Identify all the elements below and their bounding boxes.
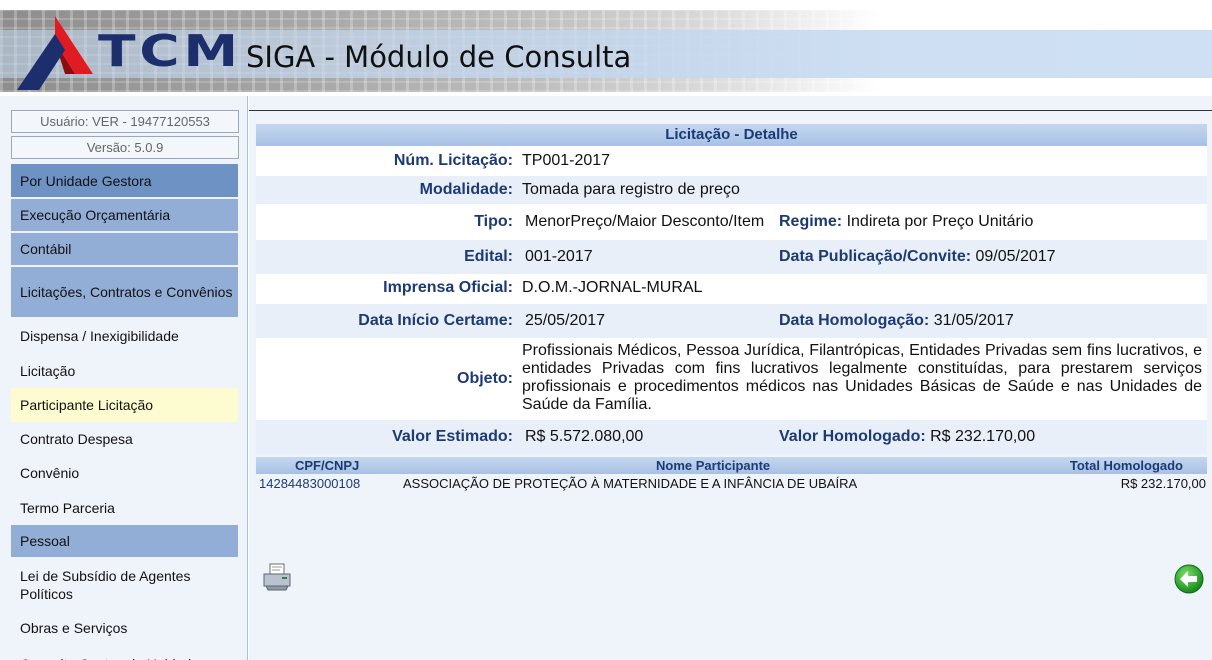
- header-banner: TCM SIGA - Módulo de Consulta: [0, 0, 1212, 96]
- main-content: Licitação - Detalhe Núm. Licitação: TP00…: [249, 96, 1212, 660]
- col-cpf-cnpj: CPF/CNPJ: [295, 458, 360, 473]
- menu-por-unidade-gestora[interactable]: Por Unidade Gestora: [11, 164, 238, 198]
- tcm-logo-icon: [17, 16, 93, 90]
- col-nome-participante: Nome Participante: [656, 458, 771, 473]
- value-valor-estimado: R$ 5.572.080,00: [525, 428, 644, 445]
- tcm-logo-text: TCM: [98, 26, 242, 77]
- value-modalidade: Tomada para registro de preço: [522, 181, 740, 198]
- data-homologacao-field: Data Homologação: 31/05/2017: [779, 312, 1014, 330]
- menu-convenio[interactable]: Convênio: [11, 456, 238, 490]
- value-edital: 001-2017: [525, 248, 593, 265]
- label-valor-homologado: Valor Homologado:: [779, 428, 926, 445]
- label-objeto: Objeto:: [457, 370, 513, 387]
- value-data-homologacao: 31/05/2017: [933, 312, 1014, 329]
- label-data-publicacao: Data Publicação/Convite:: [779, 248, 972, 265]
- label-regime: Regime:: [779, 213, 843, 230]
- label-modalidade: Modalidade:: [419, 181, 513, 198]
- menu-lei-subsidio-agentes-politicos[interactable]: Lei de Subsídio de Agentes Políticos: [11, 559, 238, 611]
- row-edital: Edital: 001-2017 Data Publicação/Convite…: [256, 240, 1207, 274]
- menu-obras-servicos[interactable]: Obras e Serviços: [11, 611, 238, 645]
- value-tipo: MenorPreço/Maior Desconto/Item: [525, 213, 765, 230]
- col-total-homologado: Total Homologado: [1069, 458, 1183, 473]
- value-data-publicacao: 09/05/2017: [975, 248, 1056, 265]
- row-modalidade: Modalidade: Tomada para registro de preç…: [256, 176, 1207, 204]
- row-num-licitacao: Núm. Licitação: TP001-2017: [256, 146, 1207, 176]
- value-data-inicio: 25/05/2017: [525, 312, 606, 329]
- menu-dispensa-inexigibilidade[interactable]: Dispensa / Inexigibilidade: [11, 319, 238, 353]
- row-imprensa: Imprensa Oficial: D.O.M.-JORNAL-MURAL: [256, 274, 1207, 304]
- label-num-licitacao: Núm. Licitação:: [393, 152, 513, 169]
- cell-total: R$ 232.170,00: [1120, 476, 1206, 491]
- row-tipo: Tipo: MenorPreço/Maior Desconto/Item Reg…: [256, 204, 1207, 240]
- value-num-licitacao: TP001-2017: [522, 152, 611, 169]
- participants-header: CPF/CNPJ Nome Participante Total Homolog…: [256, 457, 1207, 474]
- value-regime: Indireta por Preço Unitário: [846, 213, 1034, 230]
- menu-participante-licitacao[interactable]: Participante Licitação: [11, 388, 238, 422]
- value-imprensa: D.O.M.-JORNAL-MURAL: [522, 279, 703, 296]
- version-info: Versão: 5.0.9: [11, 136, 239, 159]
- valor-homologado-field: Valor Homologado: R$ 232.170,00: [779, 428, 1035, 446]
- participants-table: CPF/CNPJ Nome Participante Total Homolog…: [256, 457, 1207, 492]
- label-imprensa: Imprensa Oficial:: [383, 279, 513, 296]
- row-data-inicio: Data Início Certame: 25/05/2017 Data Hom…: [256, 304, 1207, 338]
- value-valor-homologado: R$ 232.170,00: [930, 428, 1036, 445]
- label-edital: Edital:: [464, 248, 513, 265]
- table-row[interactable]: 14284483000108 ASSOCIAÇÃO DE PROTEÇÃO À …: [256, 474, 1207, 492]
- regime-field: Regime: Indireta por Preço Unitário: [779, 213, 1033, 231]
- label-data-inicio: Data Início Certame:: [358, 312, 513, 329]
- panel-title: Licitação - Detalhe: [256, 124, 1207, 146]
- row-valores: Valor Estimado: R$ 5.572.080,00 Valor Ho…: [256, 420, 1207, 454]
- menu-contabil[interactable]: Contábil: [11, 233, 238, 266]
- detail-panel: Licitação - Detalhe Núm. Licitação: TP00…: [256, 124, 1207, 454]
- menu-pessoal[interactable]: Pessoal: [11, 525, 238, 558]
- menu-licitacoes-contratos-convenios[interactable]: Licitações, Contratos e Convênios: [11, 267, 238, 318]
- cell-nome: ASSOCIAÇÃO DE PROTEÇÃO À MATERNIDADE E A…: [403, 476, 858, 491]
- menu-execucao-orcamentaria[interactable]: Execução Orçamentária: [11, 199, 238, 232]
- sidebar: Usuário: VER - 19477120553 Versão: 5.0.9…: [0, 96, 248, 660]
- menu-termo-parceria[interactable]: Termo Parceria: [11, 491, 238, 525]
- label-data-homologacao: Data Homologação:: [779, 312, 930, 329]
- value-objeto: Profissionais Médicos, Pessoa Jurídica, …: [522, 342, 1202, 413]
- menu-contrato-despesa[interactable]: Contrato Despesa: [11, 422, 238, 456]
- row-objeto: Objeto: Profissionais Médicos, Pessoa Ju…: [256, 338, 1207, 420]
- back-arrow-icon[interactable]: [1174, 564, 1204, 594]
- label-tipo: Tipo:: [474, 213, 513, 230]
- divider: [249, 110, 1212, 111]
- data-publicacao-field: Data Publicação/Convite: 09/05/2017: [779, 248, 1056, 266]
- user-info: Usuário: VER - 19477120553: [11, 110, 239, 133]
- printer-icon[interactable]: [262, 562, 292, 592]
- label-valor-estimado: Valor Estimado:: [392, 428, 513, 445]
- menu-consulta-contas[interactable]: Consulta Contas de Unidad: [11, 647, 238, 660]
- app-title: SIGA - Módulo de Consulta: [246, 40, 632, 74]
- cell-cpf-cnpj[interactable]: 14284483000108: [259, 476, 360, 491]
- menu-licitacao[interactable]: Licitação: [11, 354, 238, 388]
